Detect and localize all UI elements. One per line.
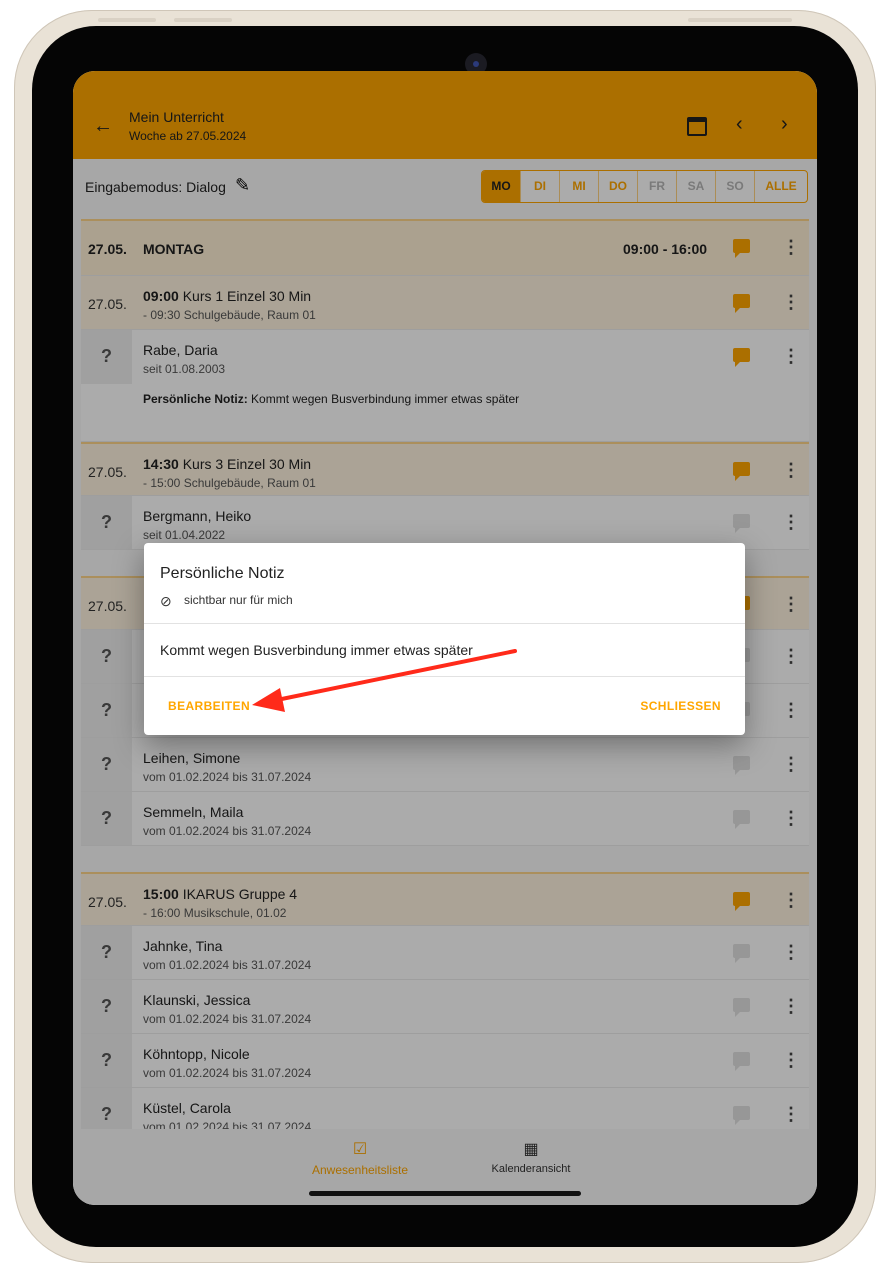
divider [144,676,745,677]
eye-off-icon: ⊘ [160,593,172,609]
close-button[interactable]: SCHLIESSEN [640,699,721,713]
screen: ← Mein Unterricht Woche ab 27.05.2024 ‹ … [73,71,817,1205]
visibility-label: sichtbar nur für mich [184,593,293,607]
volume-button [174,18,232,22]
personal-note-dialog: Persönliche Notiz ⊘ sichtbar nur für mic… [144,543,745,735]
edit-button[interactable]: BEARBEITEN [168,699,250,713]
divider [144,623,745,624]
volume-button [98,18,156,22]
home-indicator[interactable] [309,1191,581,1196]
dialog-title: Persönliche Notiz [160,565,285,582]
power-button [688,18,792,22]
dialog-content: Kommt wegen Busverbindung immer etwas sp… [160,642,473,658]
